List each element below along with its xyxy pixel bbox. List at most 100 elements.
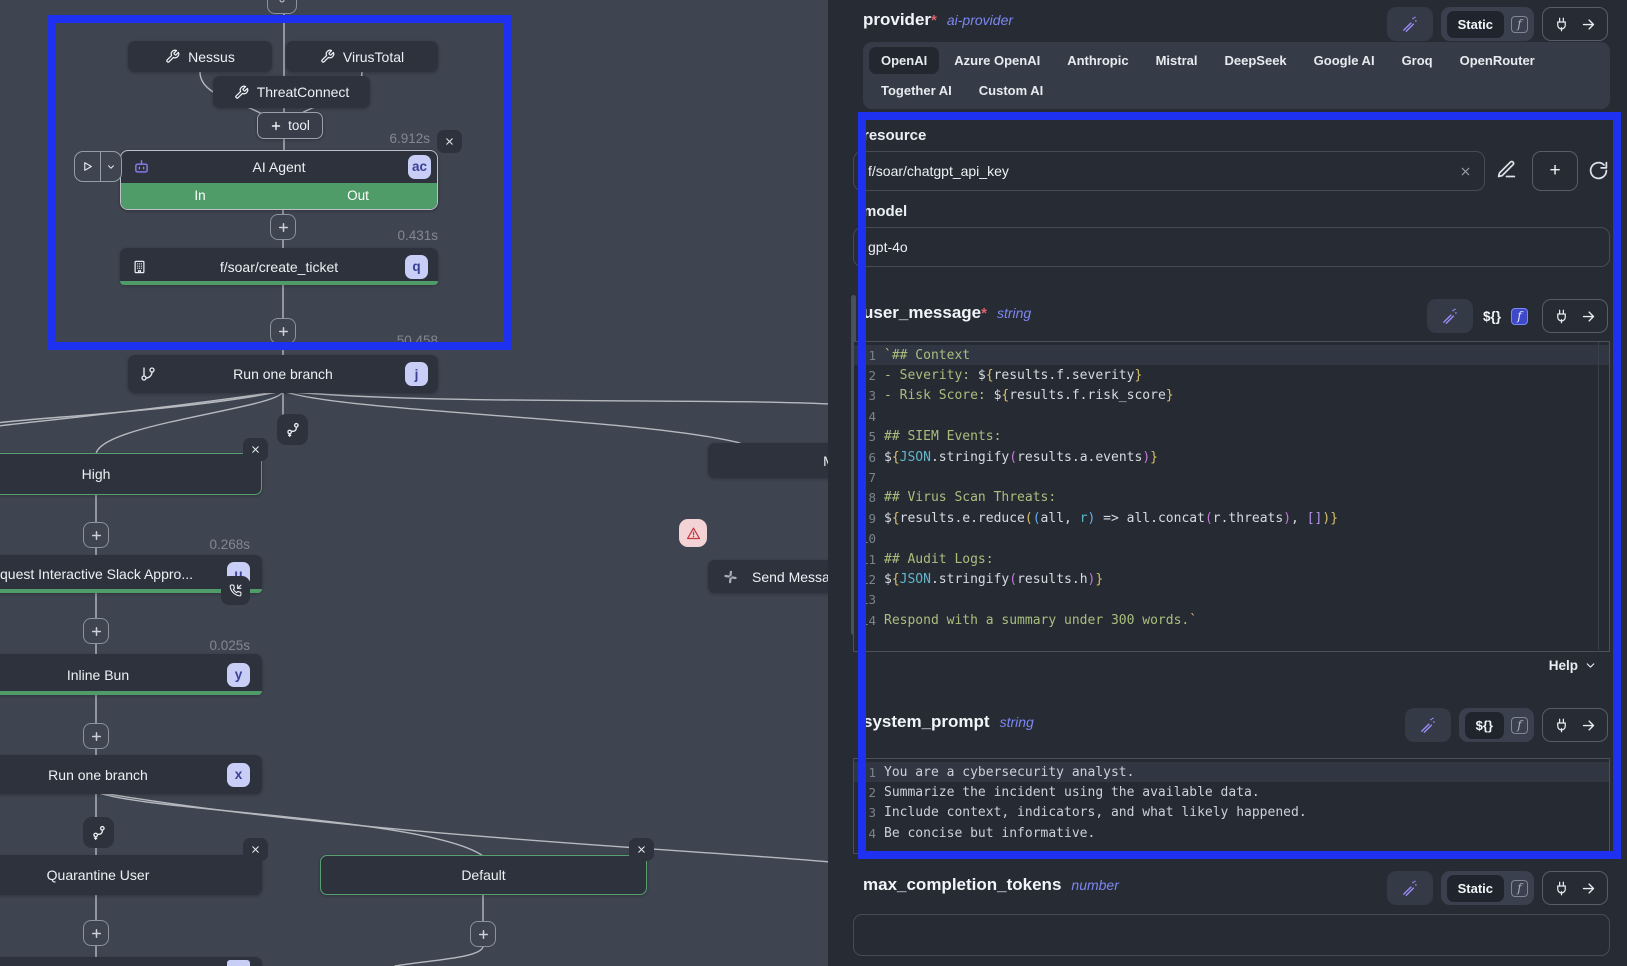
add-branch-button[interactable] bbox=[277, 414, 308, 445]
help-dropdown[interactable]: Help bbox=[1549, 658, 1597, 673]
tool-pill[interactable]: tool bbox=[257, 112, 323, 139]
field-name: max_completion_tokens bbox=[863, 875, 1061, 895]
user-message-code-editor[interactable]: 1`## Context2- Severity: ${results.f.sev… bbox=[853, 341, 1610, 652]
model-input[interactable] bbox=[866, 238, 1597, 256]
branch-label-quarantine-user[interactable]: Quarantine User bbox=[0, 855, 262, 895]
branch-label-high[interactable]: High bbox=[0, 453, 262, 495]
provider-field-header: provider* ai-provider bbox=[863, 10, 1013, 30]
provider-tabs: OpenAIAzure OpenAIAnthropicMistralDeepSe… bbox=[863, 42, 1610, 109]
node-send-message[interactable]: Send Message bbox=[708, 560, 828, 593]
add-node-button[interactable] bbox=[83, 723, 109, 749]
static-mode-pill[interactable]: Static bbox=[1447, 11, 1504, 38]
static-mode-pill[interactable]: Static bbox=[1447, 875, 1504, 902]
code-line: 9${results.e.reduce((all, r) => all.conc… bbox=[854, 508, 1609, 528]
tab-groq[interactable]: Groq bbox=[1390, 47, 1445, 74]
mode-toggle[interactable]: Static f bbox=[1441, 871, 1534, 905]
mode-toggle[interactable]: ${} f bbox=[1459, 708, 1534, 742]
expression-fx-icon[interactable]: f bbox=[1511, 880, 1528, 897]
warning-icon[interactable] bbox=[679, 519, 707, 547]
connect-button-group[interactable] bbox=[1542, 7, 1608, 41]
connect-button-group[interactable] bbox=[1542, 299, 1608, 333]
chevron-down-icon bbox=[1584, 659, 1597, 672]
add-branch-button[interactable] bbox=[83, 817, 114, 848]
workflow-canvas[interactable]: Nessus VirusTotal ThreatConnect tool 6.9… bbox=[0, 0, 828, 966]
template-expression-pill[interactable]: ${} bbox=[1465, 712, 1504, 739]
success-bar bbox=[0, 691, 262, 695]
edit-resource-button[interactable] bbox=[1496, 159, 1517, 180]
tab-together-ai[interactable]: Together AI bbox=[869, 77, 964, 104]
add-node-button[interactable] bbox=[83, 920, 109, 946]
wrench-icon bbox=[165, 49, 180, 64]
ai-autofill-button[interactable] bbox=[1427, 299, 1473, 333]
resource-input[interactable] bbox=[866, 162, 1451, 180]
ai-autofill-button[interactable] bbox=[1387, 871, 1433, 905]
clear-icon[interactable] bbox=[1459, 165, 1472, 178]
node-run-one-branch-top[interactable]: Run one branch j bbox=[128, 355, 438, 393]
add-node-button[interactable] bbox=[470, 921, 496, 947]
ai-autofill-button[interactable] bbox=[1405, 708, 1451, 742]
mode-toggle[interactable]: Static f bbox=[1441, 7, 1534, 41]
tab-openrouter[interactable]: OpenRouter bbox=[1448, 47, 1547, 74]
template-expression-label[interactable]: ${} bbox=[1481, 309, 1503, 324]
branch-label: Quarantine User bbox=[47, 867, 150, 883]
slack-icon bbox=[723, 569, 738, 584]
arrow-right-icon bbox=[1581, 718, 1596, 733]
code-line: 3- Risk Score: ${results.f.risk_score} bbox=[854, 386, 1609, 406]
add-resource-button[interactable]: + bbox=[1532, 151, 1578, 191]
ai-autofill-button[interactable] bbox=[1387, 7, 1433, 41]
robot-icon bbox=[133, 158, 150, 175]
expression-fx-icon[interactable]: f bbox=[1511, 308, 1528, 325]
branch-label-medium[interactable]: Medium bbox=[708, 443, 828, 478]
tab-mistral[interactable]: Mistral bbox=[1144, 47, 1210, 74]
run-node-button-group[interactable] bbox=[74, 151, 122, 182]
tab-anthropic[interactable]: Anthropic bbox=[1055, 47, 1140, 74]
in-handle[interactable]: In bbox=[121, 183, 279, 209]
plug-icon bbox=[1554, 309, 1569, 324]
connect-button-group[interactable] bbox=[1542, 708, 1608, 742]
system-prompt-code-editor[interactable]: 1You are a cybersecurity analyst.2Summar… bbox=[853, 758, 1610, 854]
code-line: 12${JSON.stringify(results.h)} bbox=[854, 569, 1609, 589]
node-create-ticket[interactable]: f/soar/create_ticket q bbox=[120, 248, 438, 285]
branch-icon bbox=[140, 366, 156, 382]
close-icon[interactable] bbox=[243, 438, 268, 461]
node-ai-agent[interactable]: AI Agent ac In Out bbox=[120, 150, 438, 210]
phone-incoming-icon[interactable] bbox=[221, 576, 250, 605]
close-icon[interactable] bbox=[243, 838, 268, 861]
code-line: 10 bbox=[854, 529, 1609, 549]
node-run-one-branch-bottom[interactable]: Run one branch x bbox=[0, 755, 262, 794]
editor-scrollbar-track bbox=[1598, 342, 1599, 650]
code-line: 5## SIEM Events: bbox=[854, 427, 1609, 447]
refresh-resources-button[interactable] bbox=[1588, 160, 1609, 181]
max-tokens-input[interactable] bbox=[866, 926, 1597, 944]
close-icon[interactable] bbox=[629, 838, 654, 861]
play-icon[interactable] bbox=[75, 152, 101, 181]
tab-openai[interactable]: OpenAI bbox=[869, 47, 939, 74]
tab-custom-ai[interactable]: Custom AI bbox=[967, 77, 1056, 104]
out-handle[interactable]: Out bbox=[279, 183, 437, 209]
chevron-down-icon[interactable] bbox=[101, 152, 121, 181]
add-node-button[interactable] bbox=[83, 522, 109, 548]
node-virustotal[interactable]: VirusTotal bbox=[286, 41, 438, 72]
expression-fx-icon[interactable]: f bbox=[1511, 717, 1528, 734]
action-config-panel: provider* ai-provider Static f OpenAIAzu… bbox=[828, 0, 1627, 966]
expression-fx-icon[interactable]: f bbox=[1511, 16, 1528, 33]
tab-azure-openai[interactable]: Azure OpenAI bbox=[942, 47, 1052, 74]
add-node-button[interactable] bbox=[83, 618, 109, 644]
branch-label-default[interactable]: Default bbox=[320, 855, 647, 895]
resource-input-wrap bbox=[853, 151, 1485, 191]
add-node-button[interactable] bbox=[270, 318, 296, 344]
code-line: 14Respond with a summary under 300 words… bbox=[854, 610, 1609, 630]
connect-button-group[interactable] bbox=[1542, 871, 1608, 905]
add-node-button[interactable] bbox=[270, 214, 296, 240]
wand-icon bbox=[1419, 717, 1436, 734]
node-inline-bun[interactable]: Inline Bun y bbox=[0, 654, 262, 695]
node-threatconnect[interactable]: ThreatConnect bbox=[213, 76, 370, 108]
tab-google-ai[interactable]: Google AI bbox=[1302, 47, 1387, 74]
node-nessus[interactable]: Nessus bbox=[128, 41, 272, 72]
tab-deepseek[interactable]: DeepSeek bbox=[1213, 47, 1299, 74]
top-connector-stub[interactable] bbox=[267, 0, 297, 14]
node-partial-bottom[interactable] bbox=[0, 957, 262, 966]
node-badge: q bbox=[405, 255, 428, 279]
close-icon[interactable] bbox=[437, 130, 462, 153]
plus-icon bbox=[270, 120, 282, 132]
